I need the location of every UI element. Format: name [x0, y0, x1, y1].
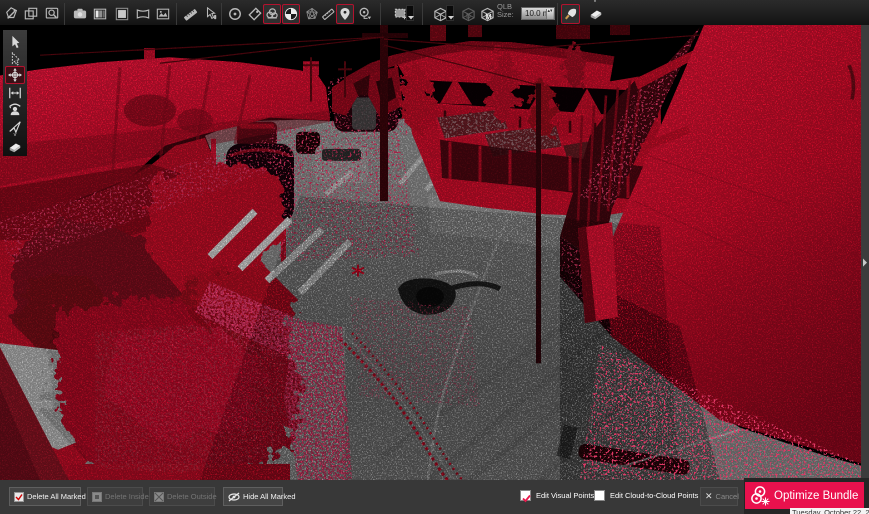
svg-text:M: M [485, 12, 491, 21]
svg-text:D: D [466, 13, 471, 20]
